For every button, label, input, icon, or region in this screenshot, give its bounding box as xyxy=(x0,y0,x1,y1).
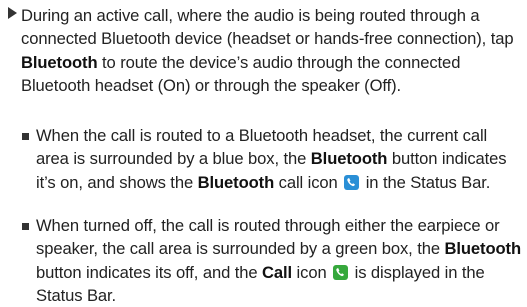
sub-bullet-text: When turned off, the call is routed thro… xyxy=(36,214,524,307)
bluetooth-bold-term: Bluetooth xyxy=(310,149,388,169)
sub-text-part: When turned off, the call is routed thro… xyxy=(36,216,500,259)
bluetooth-bold-term: Bluetooth xyxy=(21,52,98,72)
sub-bullet-item-on: When the call is routed to a Bluetooth h… xyxy=(22,124,524,194)
square-bullet-icon xyxy=(22,223,29,230)
bluetooth-bold-term: Bluetooth xyxy=(444,239,522,259)
arrow-bullet-icon xyxy=(8,7,17,19)
bullet-text-part: During an active call, where the audio i… xyxy=(21,6,514,49)
sub-text-part: button indicates its off, and the xyxy=(36,262,262,282)
call-bold-term: Call xyxy=(262,262,293,282)
bluetooth-bold-term: Bluetooth xyxy=(197,172,275,192)
sub-text-part: call icon xyxy=(274,172,343,192)
sub-text-part: in the Status Bar. xyxy=(361,172,491,192)
sub-bullet-text: When the call is routed to a Bluetooth h… xyxy=(36,124,524,194)
sub-text-part: icon xyxy=(292,262,332,282)
manual-page: During an active call, where the audio i… xyxy=(0,0,527,305)
sub-bullet-item-off: When turned off, the call is routed thro… xyxy=(22,214,524,307)
bluetooth-call-icon xyxy=(344,174,360,190)
call-icon xyxy=(333,264,349,280)
bullet-text: During an active call, where the audio i… xyxy=(21,4,519,97)
square-bullet-icon xyxy=(22,133,29,140)
bullet-item-bluetooth-routing: During an active call, where the audio i… xyxy=(8,4,520,97)
